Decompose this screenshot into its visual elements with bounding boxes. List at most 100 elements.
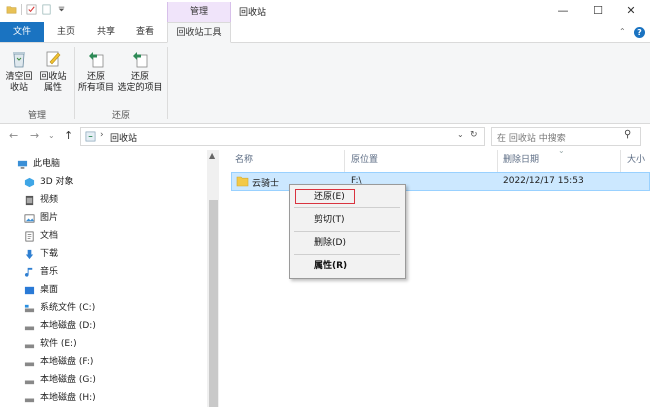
- nav-item-3d-objects[interactable]: 3D 对象: [24, 174, 74, 191]
- folder-icon: [236, 176, 249, 187]
- restore-selected-button[interactable]: 还原 选定的项目: [116, 49, 164, 94]
- window-title: 回收站: [239, 8, 267, 18]
- back-arrow-icon[interactable]: ←: [9, 129, 18, 142]
- restore-selected-icon: [133, 52, 148, 68]
- tab-share[interactable]: 共享: [88, 22, 124, 42]
- close-icon: ✕: [626, 4, 636, 17]
- ribbon-tabs: 文件 主页 共享 查看 回收站工具 ⌃ ?: [0, 22, 650, 43]
- nav-item-this-pc[interactable]: 此电脑: [17, 156, 60, 173]
- nav-item-downloads[interactable]: 下载: [24, 246, 58, 263]
- tab-recycle-bin-tools[interactable]: 回收站工具: [167, 22, 231, 43]
- nav-item-label: 系统文件 (C:): [40, 303, 96, 313]
- column-header-location[interactable]: 原位置: [351, 152, 378, 168]
- ribbon: 清空回 收站 回收站 属性 还原 所有项目 还原 选定的项目 管理 还原: [0, 43, 650, 124]
- nav-item-label: 桌面: [40, 285, 59, 295]
- maximize-button[interactable]: ☐: [581, 0, 615, 22]
- nav-item-music[interactable]: 音乐: [24, 264, 58, 281]
- scrollbar-thumb[interactable]: [209, 200, 218, 407]
- quick-access-toolbar: [6, 4, 67, 15]
- nav-item-label: 3D 对象: [40, 177, 74, 187]
- nav-item-drive-g[interactable]: 本地磁盘 (G:): [24, 372, 96, 389]
- customize-dropdown-icon[interactable]: [56, 4, 67, 15]
- 3d-objects-icon: [24, 177, 35, 188]
- recycle-bin-properties-button[interactable]: 回收站 属性: [37, 49, 69, 94]
- empty-recycle-bin-label-1: 清空回: [5, 72, 33, 82]
- column-divider[interactable]: [497, 150, 498, 172]
- drive-icon: [24, 380, 35, 385]
- menu-item-cut[interactable]: 剪切(T): [314, 213, 345, 227]
- collapse-ribbon-icon[interactable]: ⌃: [619, 27, 626, 36]
- drive-icon: [24, 326, 35, 331]
- column-divider[interactable]: [620, 150, 621, 172]
- restore-all-label-1: 还原: [86, 72, 105, 82]
- maximize-icon: ☐: [593, 4, 603, 17]
- nav-item-label: 文档: [40, 231, 59, 241]
- minimize-button[interactable]: —: [546, 0, 580, 22]
- desktop-icon: [24, 286, 35, 295]
- nav-item-label: 本地磁盘 (D:): [40, 321, 96, 331]
- nav-item-label: 本地磁盘 (F:): [40, 357, 94, 367]
- nav-item-label: 视频: [40, 195, 59, 205]
- group-label-restore: 还原: [111, 111, 130, 121]
- empty-recycle-bin-button[interactable]: 清空回 收站: [3, 49, 35, 94]
- download-icon: [25, 249, 34, 260]
- column-header-date-deleted[interactable]: 删除日期: [503, 152, 539, 168]
- forward-arrow-icon[interactable]: →: [30, 129, 39, 142]
- nav-item-label: 音乐: [40, 267, 59, 277]
- address-bar[interactable]: › 回收站 ⌄ ↻: [80, 127, 485, 146]
- minimize-icon: —: [557, 4, 569, 17]
- tab-view[interactable]: 查看: [126, 22, 164, 42]
- menu-item-delete[interactable]: 删除(D): [314, 236, 346, 250]
- nav-item-drive-d[interactable]: 本地磁盘 (D:): [24, 318, 96, 335]
- new-folder-icon[interactable]: [41, 4, 52, 15]
- video-icon: [25, 195, 34, 206]
- menu-separator: [294, 231, 400, 232]
- nav-item-label: 本地磁盘 (G:): [40, 375, 96, 385]
- nav-item-documents[interactable]: 文档: [24, 228, 58, 245]
- properties-check-icon[interactable]: [26, 4, 37, 15]
- ribbon-separator: [167, 47, 168, 119]
- row-name[interactable]: 云骑士: [252, 176, 279, 189]
- nav-item-label: 软件 (E:): [40, 339, 77, 349]
- restore-selected-label-2: 选定的项目: [117, 83, 163, 93]
- folder-icon: [6, 6, 17, 14]
- nav-item-label: 下载: [40, 249, 59, 259]
- tab-file[interactable]: 文件: [0, 22, 44, 42]
- nav-item-drive-e[interactable]: 软件 (E:): [24, 336, 77, 353]
- nav-item-drive-h[interactable]: 本地磁盘 (H:): [24, 390, 96, 407]
- up-arrow-icon[interactable]: ↑: [64, 129, 73, 142]
- recycle-bin-small-icon: [85, 131, 96, 142]
- menu-separator: [294, 254, 400, 255]
- music-icon: [24, 267, 33, 277]
- nav-item-drive-c[interactable]: 系统文件 (C:): [24, 300, 95, 317]
- recent-locations-icon[interactable]: ⌄: [48, 131, 55, 140]
- restore-all-button[interactable]: 还原 所有项目: [77, 49, 115, 94]
- tab-home[interactable]: 主页: [48, 22, 84, 42]
- drive-icon: [24, 398, 35, 403]
- nav-item-video[interactable]: 视频: [24, 192, 58, 209]
- refresh-icon[interactable]: ↻: [470, 130, 478, 140]
- menu-item-properties[interactable]: 属性(R): [314, 259, 347, 273]
- help-icon[interactable]: ?: [634, 27, 645, 38]
- nav-item-desktop[interactable]: 桌面: [24, 282, 58, 299]
- search-box[interactable]: 在 回收站 中搜索 ⚲: [491, 127, 641, 146]
- sort-indicator-icon: ⌄: [558, 146, 565, 155]
- recycle-bin-icon: [13, 52, 25, 68]
- restore-selected-label-1: 还原: [130, 72, 149, 82]
- search-icon[interactable]: ⚲: [624, 129, 631, 140]
- close-button[interactable]: ✕: [614, 0, 648, 22]
- address-dropdown-icon[interactable]: ⌄: [457, 130, 464, 139]
- navigation-bar: ← → ⌄ ↑ › 回收站 ⌄ ↻ 在 回收站 中搜索 ⚲: [0, 124, 650, 148]
- search-placeholder: 在 回收站 中搜索: [497, 134, 566, 144]
- column-header-name[interactable]: 名称: [235, 152, 253, 168]
- scroll-up-icon[interactable]: ▲: [209, 151, 215, 160]
- column-divider[interactable]: [344, 150, 345, 172]
- column-header-size[interactable]: 大小: [627, 152, 645, 168]
- properties-label-1: 回收站: [39, 72, 67, 82]
- nav-item-drive-f[interactable]: 本地磁盘 (F:): [24, 354, 93, 371]
- breadcrumb-current[interactable]: 回收站: [110, 131, 137, 144]
- navigation-pane: 此电脑 3D 对象 视频 图片 文档 下载 音乐 桌面 系统文件 (C:) 本地…: [0, 150, 207, 407]
- nav-item-pictures[interactable]: 图片: [24, 210, 58, 227]
- menu-item-restore[interactable]: 还原(E): [314, 190, 345, 204]
- documents-icon: [25, 231, 34, 242]
